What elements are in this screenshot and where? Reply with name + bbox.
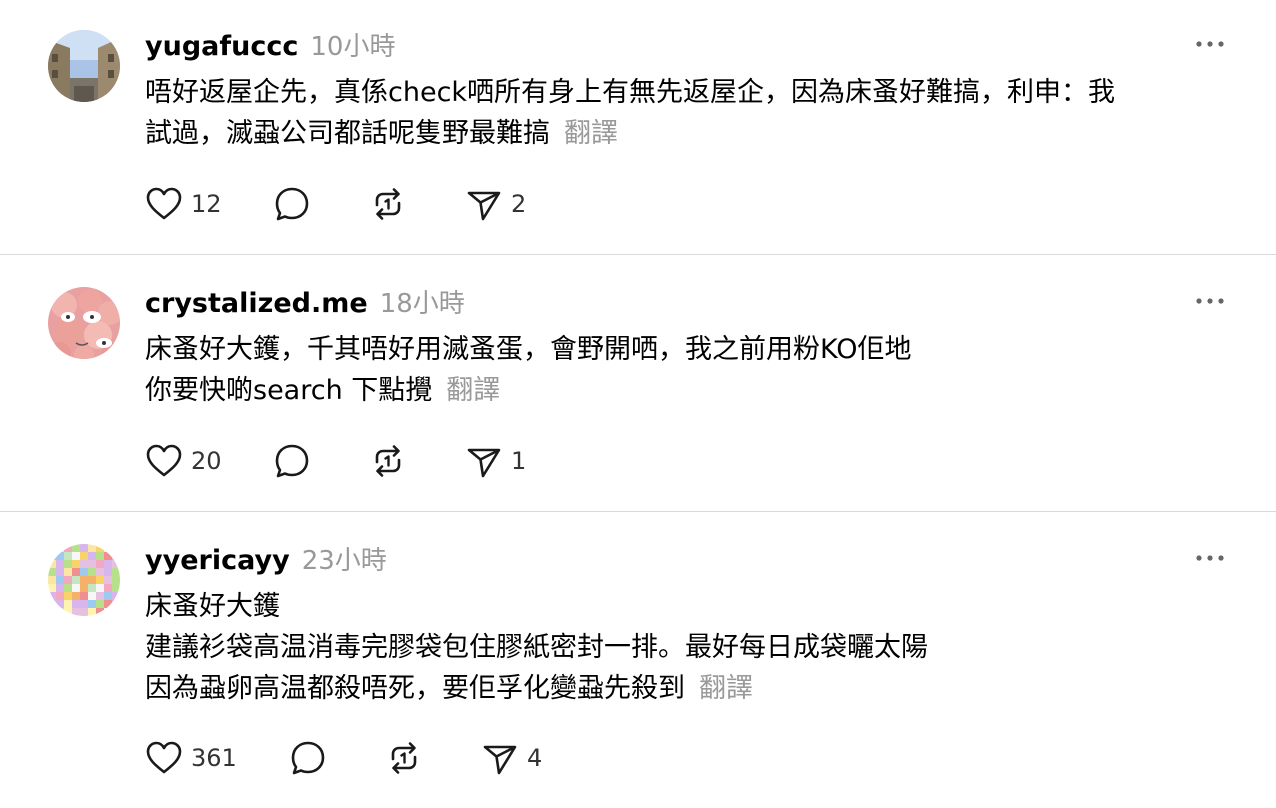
- send-icon: [467, 191, 501, 221]
- translate-link[interactable]: 翻譯: [564, 118, 618, 149]
- send-icon: [483, 745, 517, 775]
- post-header: yugafuccc 10小時: [145, 26, 395, 63]
- like-button[interactable]: 361: [145, 738, 237, 778]
- post-text-line: 床蚤好大鑊，千其唔好用滅蚤蛋，會野開哂，我之前用粉KO佢地: [145, 334, 912, 365]
- repost-icon: [375, 445, 401, 477]
- avatar[interactable]: [48, 544, 120, 616]
- repost-button[interactable]: [369, 441, 407, 481]
- post-time: 18小時: [379, 289, 465, 319]
- repost-icon: [391, 742, 417, 774]
- more-icon[interactable]: [1192, 291, 1228, 311]
- more-icon[interactable]: [1192, 34, 1228, 54]
- translate-link[interactable]: 翻譯: [446, 375, 500, 406]
- like-button[interactable]: 12: [145, 184, 222, 224]
- like-count: 361: [191, 744, 237, 772]
- comment-icon: [275, 444, 309, 478]
- post-time: 23小時: [301, 546, 387, 576]
- translate-link[interactable]: 翻譯: [699, 673, 753, 704]
- reply-button[interactable]: [273, 184, 311, 224]
- reply-button[interactable]: [289, 738, 327, 778]
- post-2: crystalized.me 18小時 床蚤好大鑊，千其唔好用滅蚤蛋，會野開哂，…: [0, 255, 1276, 511]
- share-count: 1: [511, 447, 527, 475]
- send-icon: [467, 448, 501, 478]
- like-count: 12: [191, 190, 222, 218]
- reply-button[interactable]: [273, 441, 311, 481]
- comment-icon: [275, 187, 309, 221]
- post-header: yyericayy 23小時: [145, 540, 387, 577]
- post-body: 唔好返屋企先，真係check哂所有身上有無先返屋企，因為床蚤好難搞，利申：我 試…: [145, 72, 1235, 154]
- comment-icon: [291, 741, 325, 775]
- repost-button[interactable]: [369, 184, 407, 224]
- post-1: yugafuccc 10小時 唔好返屋企先，真係check哂所有身上有無先返屋企…: [0, 0, 1276, 254]
- like-count: 20: [191, 447, 222, 475]
- post-time: 10小時: [310, 32, 396, 62]
- post-text-line-last: 試過，滅蝨公司都話呢隻野最難搞 翻譯: [145, 113, 1235, 154]
- repost-icon: [375, 188, 401, 220]
- heart-icon: [146, 187, 182, 220]
- avatar[interactable]: [48, 287, 120, 359]
- post-body: 床蚤好大鑊，千其唔好用滅蚤蛋，會野開哂，我之前用粉KO佢地 你要快啲search…: [145, 329, 1235, 411]
- username[interactable]: crystalized.me: [145, 288, 368, 319]
- repost-button[interactable]: [385, 738, 423, 778]
- share-count: 4: [527, 744, 543, 772]
- share-button[interactable]: 1: [465, 441, 526, 481]
- post-text-line: 床蚤好大鑊: [145, 591, 280, 622]
- post-3: yyericayy 23小時 床蚤好大鑊 建議衫袋高温消毒完膠袋包住膠紙密封一排…: [0, 512, 1276, 808]
- more-icon[interactable]: [1192, 548, 1228, 568]
- share-button[interactable]: 4: [481, 738, 542, 778]
- username[interactable]: yyericayy: [145, 545, 290, 576]
- heart-icon: [146, 444, 182, 477]
- share-button[interactable]: 2: [465, 184, 526, 224]
- share-count: 2: [511, 190, 527, 218]
- username[interactable]: yugafuccc: [145, 31, 298, 62]
- post-header: crystalized.me 18小時: [145, 283, 465, 320]
- post-text-line-last: 因為蝨卵高温都殺唔死，要佢孚化變蝨先殺到 翻譯: [145, 668, 1235, 709]
- like-button[interactable]: 20: [145, 441, 222, 481]
- post-text-line-last: 你要快啲search 下點攪 翻譯: [145, 370, 1235, 411]
- post-text: 試過，滅蝨公司都話呢隻野最難搞: [145, 118, 550, 149]
- post-body: 床蚤好大鑊 建議衫袋高温消毒完膠袋包住膠紙密封一排。最好每日成袋曬太陽 因為蝨卵…: [145, 586, 1235, 709]
- avatar[interactable]: [48, 30, 120, 102]
- post-text: 你要快啲search 下點攪: [145, 375, 433, 406]
- heart-icon: [146, 741, 182, 774]
- post-text-line: 唔好返屋企先，真係check哂所有身上有無先返屋企，因為床蚤好難搞，利申：我: [145, 77, 1116, 108]
- post-text-line: 建議衫袋高温消毒完膠袋包住膠紙密封一排。最好每日成袋曬太陽: [145, 632, 928, 663]
- post-text: 因為蝨卵高温都殺唔死，要佢孚化變蝨先殺到: [145, 673, 685, 704]
